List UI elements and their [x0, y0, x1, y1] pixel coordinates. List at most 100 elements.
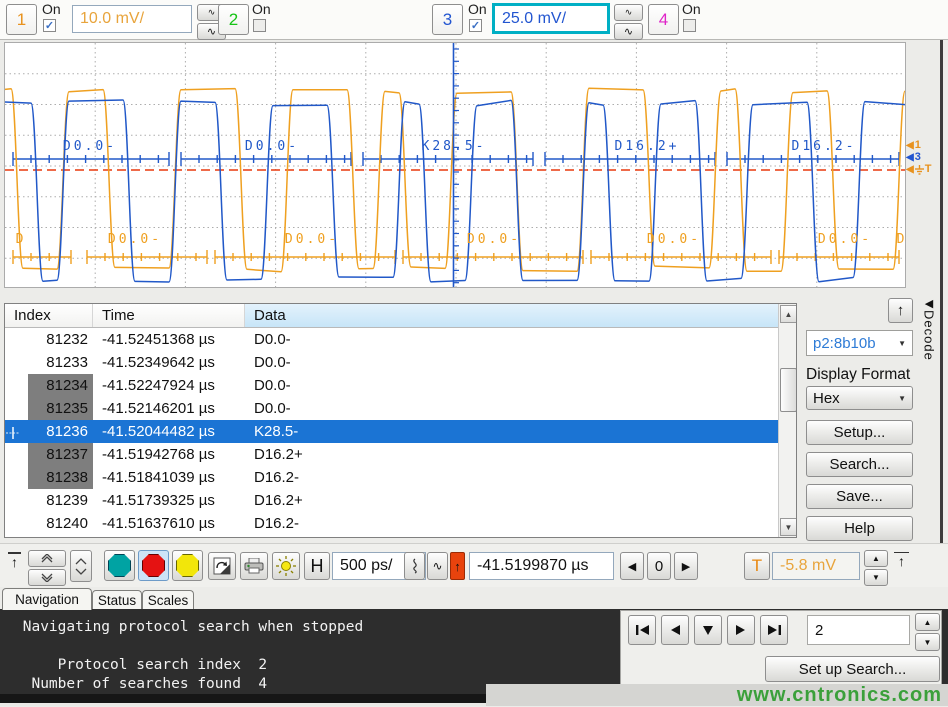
table-scrollbar[interactable]: ▲ ▼: [778, 304, 796, 537]
trigger-level-field[interactable]: -5.8 mV: [772, 552, 860, 580]
channel-4-button[interactable]: 4: [648, 4, 679, 35]
cell-time: -41.52146201 µs: [93, 397, 245, 420]
decode-bus-select[interactable]: p2:8b10b▼: [806, 330, 913, 356]
collapse-panel-button[interactable]: ↑: [888, 298, 913, 323]
save-button[interactable]: Save...: [806, 484, 913, 509]
trigger-level-spinner: ▲ ▼: [864, 550, 888, 586]
table-row[interactable]: 81238-41.51841039 µsD16.2-: [5, 466, 779, 489]
table-row[interactable]: 81240-41.51637610 µsD16.2-: [5, 512, 779, 535]
channel-1-button[interactable]: 1: [6, 4, 37, 35]
scroll-up-icon[interactable]: ▲: [780, 305, 797, 323]
zoom-in-time-button[interactable]: [404, 552, 425, 580]
channel-3-scale-field[interactable]: 25.0 mV/: [492, 3, 610, 34]
channel-3-on-checkbox[interactable]: ✓: [469, 19, 482, 32]
display-format-select[interactable]: Hex▼: [806, 386, 913, 410]
trigger-level-marker[interactable]: ◀ T: [906, 164, 931, 175]
export-screen-button[interactable]: [208, 552, 236, 580]
column-header-index[interactable]: Index: [5, 304, 93, 327]
help-button[interactable]: Help: [806, 516, 913, 541]
channel-1-on-checkbox[interactable]: ✓: [43, 19, 56, 32]
position-zero-button[interactable]: 0: [647, 552, 671, 580]
run-button[interactable]: [104, 550, 135, 581]
cell-index: 81238: [5, 466, 93, 489]
channel-3-level-marker[interactable]: ◀3: [906, 152, 921, 163]
cell-time: -41.51637610 µs: [93, 512, 245, 535]
scrollbar-thumb[interactable]: [780, 368, 797, 412]
nav-next-button[interactable]: [727, 615, 755, 645]
double-chevron-down-icon[interactable]: [28, 569, 66, 586]
decode-label: K28.5-: [422, 139, 487, 154]
decode-table-body: 81232-41.52451368 µsD0.0-81233-41.523496…: [5, 328, 796, 535]
window-splitter[interactable]: [940, 40, 943, 587]
single-octagon-icon: [176, 554, 199, 577]
horizontal-position-field[interactable]: -41.5199870 µs: [469, 552, 614, 580]
search-index-spinner: ▲ ▼: [915, 613, 940, 651]
last-icon: [768, 625, 781, 635]
channel-1-level-marker[interactable]: ◀1: [906, 140, 921, 151]
decode-label: D0.0-: [63, 139, 117, 154]
print-button[interactable]: [240, 552, 268, 580]
position-right-button[interactable]: ▶: [674, 552, 698, 580]
single-button[interactable]: [172, 550, 203, 581]
scroll-down-icon[interactable]: ▼: [780, 518, 797, 536]
table-row[interactable]: 81234-41.52247924 µsD0.0-: [5, 374, 779, 397]
tab-navigation[interactable]: Navigation: [2, 588, 92, 610]
display-format-label: Display Format: [806, 366, 910, 384]
stop-button[interactable]: [138, 550, 169, 581]
table-header: Index Time Data: [5, 304, 779, 328]
channel-2-button[interactable]: 2: [218, 4, 249, 35]
tab-status[interactable]: Status: [92, 590, 142, 610]
spin-down-icon[interactable]: ▼: [915, 633, 940, 651]
cell-time: -41.51841039 µs: [93, 466, 245, 489]
left-arrow-icon: ◀: [906, 152, 914, 163]
search-button[interactable]: Search...: [806, 452, 913, 477]
table-row[interactable]: 81232-41.52451368 µsD0.0-: [5, 328, 779, 351]
decode-label: D: [897, 232, 906, 247]
setup-button[interactable]: Setup...: [806, 420, 913, 445]
timebase-reference-button[interactable]: ↑: [450, 552, 465, 580]
nav-current-button[interactable]: [694, 615, 722, 645]
channel-2-on-checkbox[interactable]: [253, 19, 266, 32]
scale-fine-icon[interactable]: ∿: [614, 4, 643, 21]
brightness-button[interactable]: [272, 552, 300, 580]
position-left-button[interactable]: ◀: [620, 552, 644, 580]
set-up-search-button[interactable]: Set up Search...: [765, 656, 940, 682]
fine-pan-button[interactable]: [70, 550, 92, 582]
printer-icon: [244, 558, 264, 574]
channel-1-scale-field[interactable]: 10.0 mV/: [72, 5, 192, 33]
table-row[interactable]: 81233-41.52349642 µsD0.0-: [5, 351, 779, 374]
horizontal-menu-button[interactable]: H: [304, 552, 330, 580]
column-header-data[interactable]: Data: [245, 304, 779, 327]
waveform-plot[interactable]: D0.0-D0.0-K28.5-D16.2+D16.2-DD0.0-D0.0-D…: [4, 42, 906, 288]
decode-label: D0.0-: [467, 232, 521, 247]
double-chevron-up-icon[interactable]: [28, 550, 66, 567]
spin-up-icon[interactable]: ▲: [864, 550, 888, 567]
search-index-field[interactable]: 2: [807, 615, 910, 645]
decode-side-tab[interactable]: ◀ Decode: [918, 297, 940, 427]
spin-down-icon[interactable]: ▼: [864, 569, 888, 586]
table-row[interactable]: 81236-41.52044482 µsK28.5-: [5, 420, 779, 443]
horizontal-toolbar: ↑: [0, 543, 948, 587]
search-navigation-panel: 2 ▲ ▼ Set up Search...: [620, 610, 942, 688]
channel-4-on-checkbox[interactable]: [683, 19, 696, 32]
column-header-time[interactable]: Time: [93, 304, 245, 327]
cell-data: K28.5-: [245, 420, 779, 443]
nav-first-button[interactable]: [628, 615, 656, 645]
trigger-menu-button[interactable]: T: [744, 552, 770, 580]
decode-label: D16.2+: [615, 139, 680, 154]
scale-coarse-icon[interactable]: ∿: [614, 23, 643, 40]
row-cursor-icon: [6, 424, 21, 443]
channel-3-button[interactable]: 3: [432, 4, 463, 35]
nav-previous-button[interactable]: [661, 615, 689, 645]
cell-index: 81236: [5, 420, 93, 443]
spin-up-icon[interactable]: ▲: [915, 613, 940, 631]
table-row[interactable]: 81239-41.51739325 µsD16.2+: [5, 489, 779, 512]
tab-scales[interactable]: Scales: [142, 590, 194, 610]
nav-last-button[interactable]: [760, 615, 788, 645]
zoom-out-time-button[interactable]: ∿: [427, 552, 448, 580]
table-row[interactable]: 81235-41.52146201 µsD0.0-: [5, 397, 779, 420]
cell-index: 81233: [5, 351, 93, 374]
table-row[interactable]: 81237-41.51942768 µsD16.2+: [5, 443, 779, 466]
export-icon: [213, 557, 231, 575]
next-icon: [736, 625, 746, 635]
